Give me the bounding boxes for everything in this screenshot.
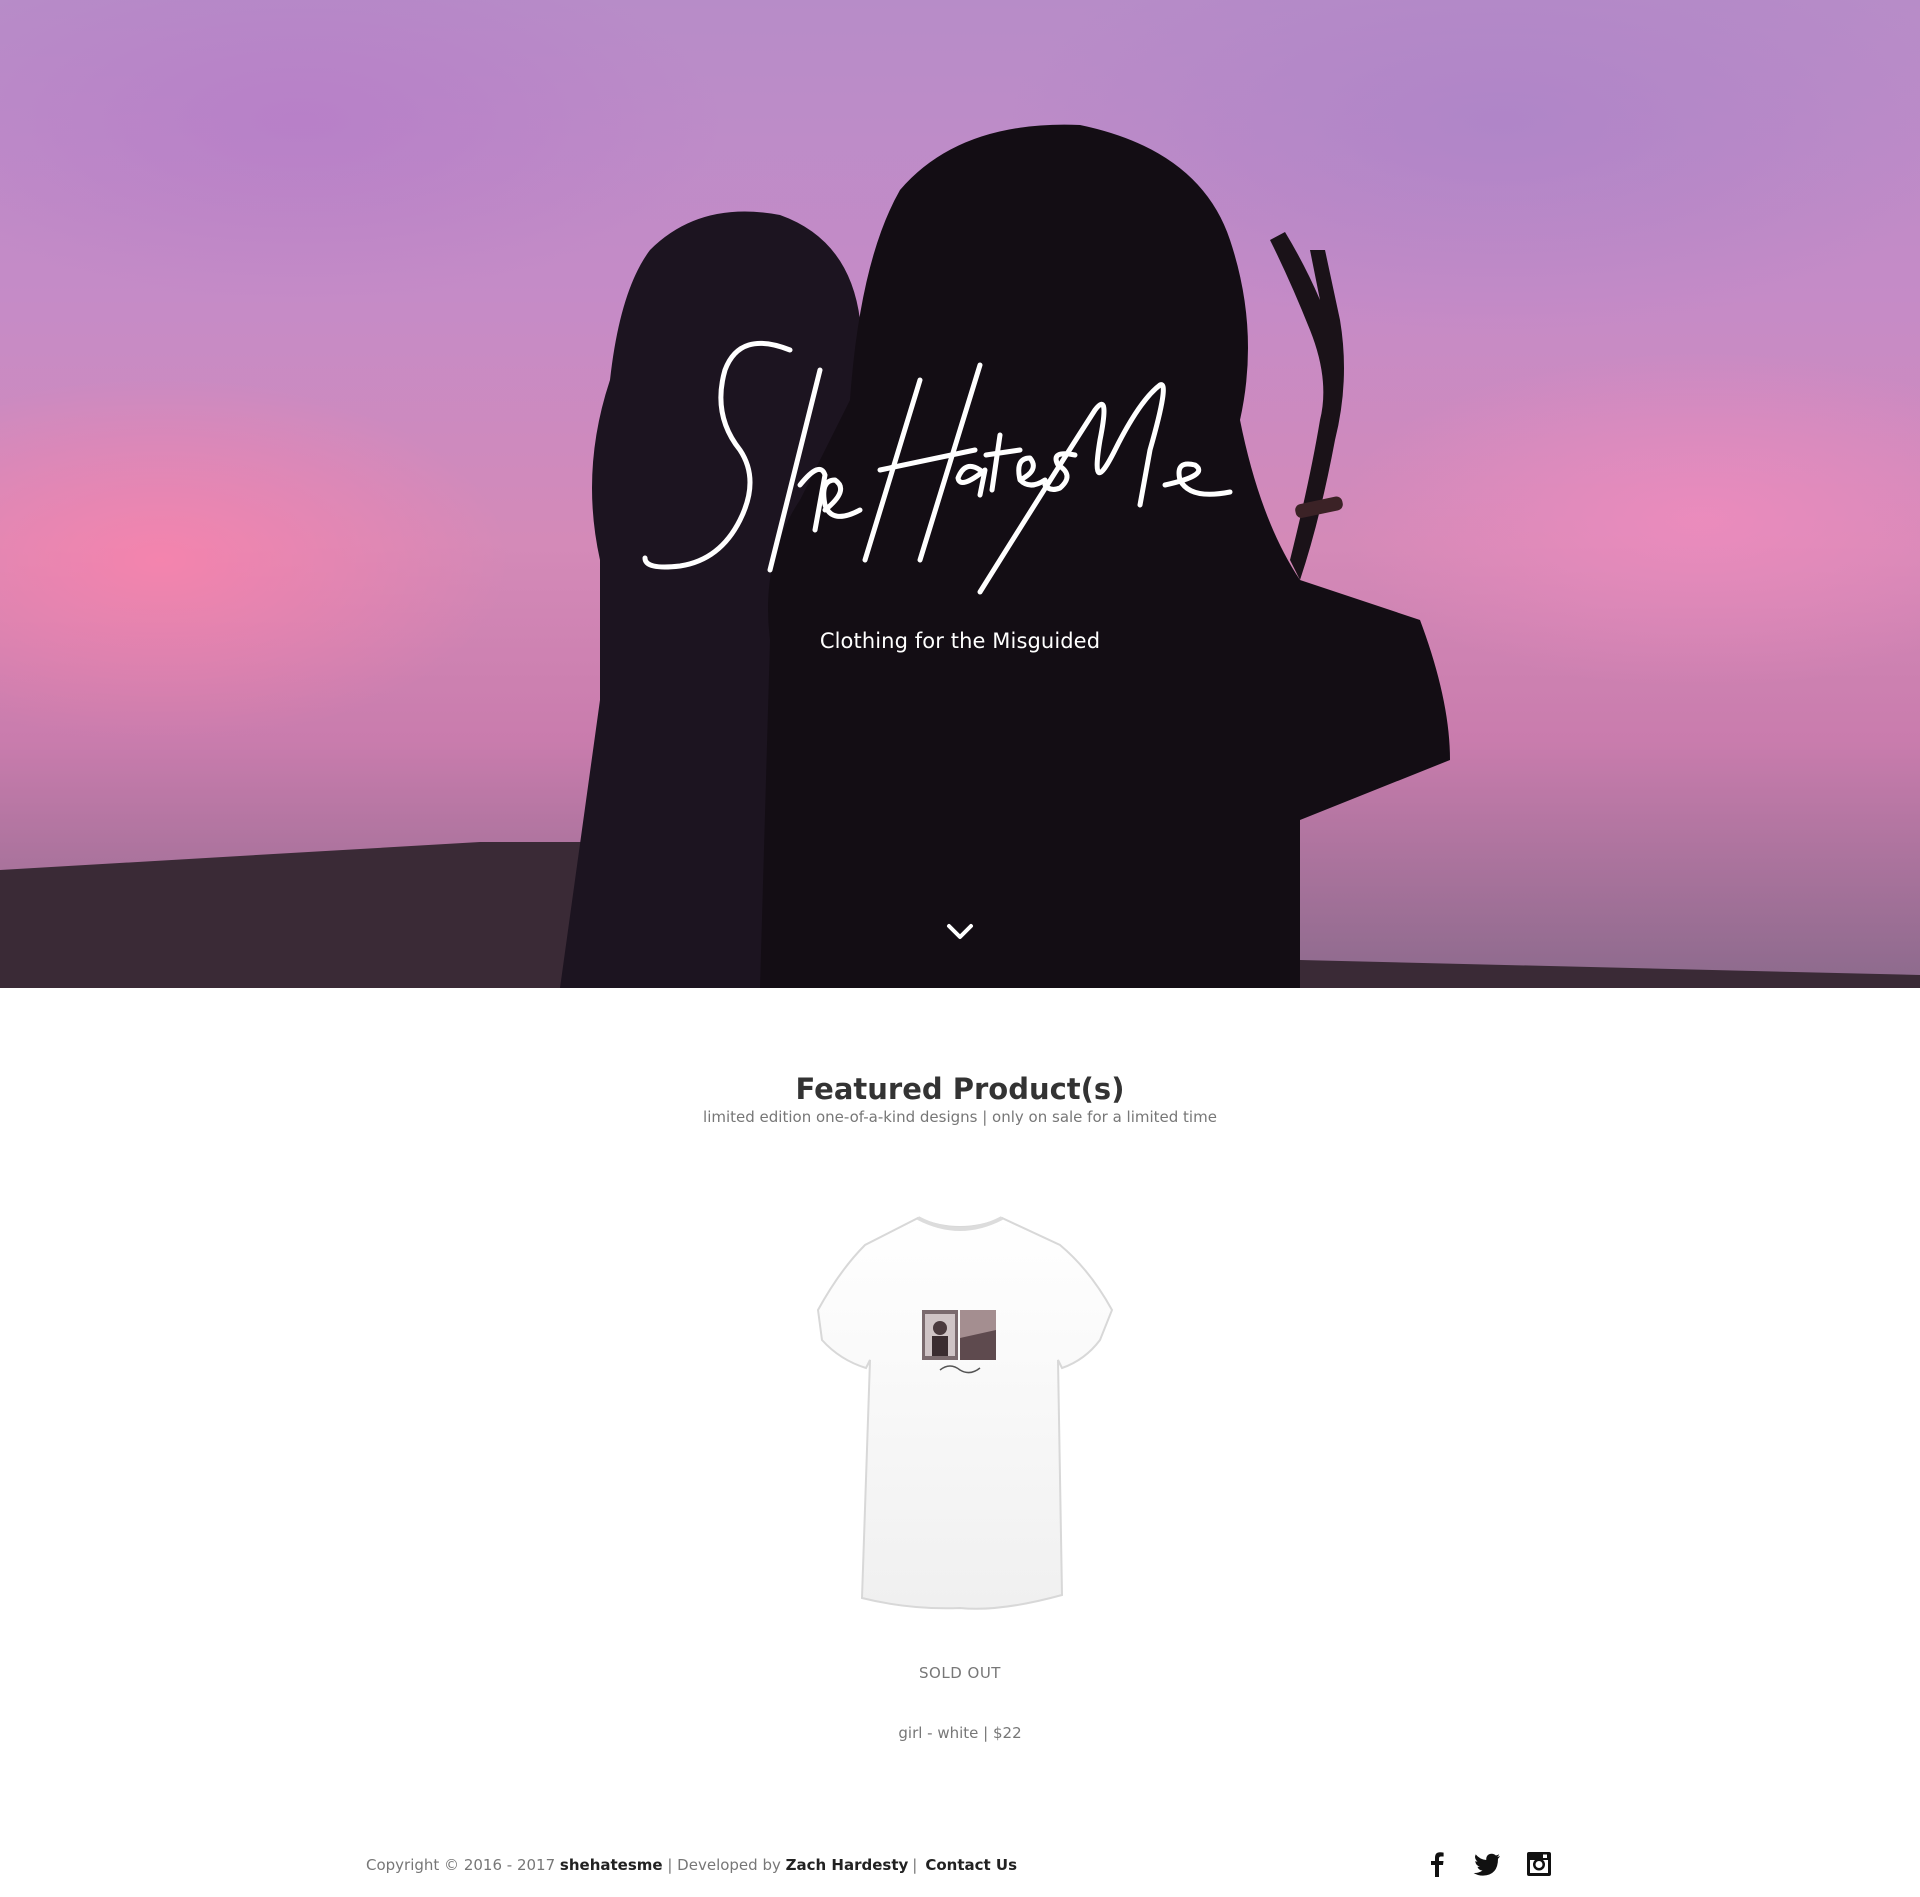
hero-tagline: Clothing for the Misguided — [819, 629, 1101, 653]
chevron-down-icon[interactable] — [943, 920, 977, 944]
developer-name: Zach Hardesty — [785, 1856, 909, 1874]
twitter-icon[interactable] — [1472, 1849, 1502, 1879]
footer-copyright: Copyright © 2016 - 2017 shehatesme | Dev… — [366, 1856, 1017, 1874]
facebook-icon[interactable] — [1422, 1849, 1452, 1879]
copyright-text: Copyright © 2016 - 2017 — [366, 1856, 556, 1874]
product-image-tshirt[interactable] — [800, 1200, 1120, 1620]
product-status: SOLD OUT — [919, 1664, 1001, 1682]
footer-separator: | — [912, 1856, 918, 1874]
brand-name: shehatesme — [559, 1856, 663, 1874]
product-info: girl - white | $22 — [898, 1724, 1022, 1742]
developed-by-label: | Developed by — [667, 1856, 781, 1874]
hero-banner: Clothing for the Misguided — [0, 0, 1920, 988]
contact-us-link[interactable]: Contact Us — [925, 1856, 1017, 1874]
featured-subtitle: limited edition one-of-a-kind designs | … — [703, 1108, 1217, 1126]
featured-title: Featured Product(s) — [795, 1072, 1125, 1106]
brand-logo — [620, 330, 1260, 620]
instagram-icon[interactable] — [1524, 1849, 1554, 1879]
